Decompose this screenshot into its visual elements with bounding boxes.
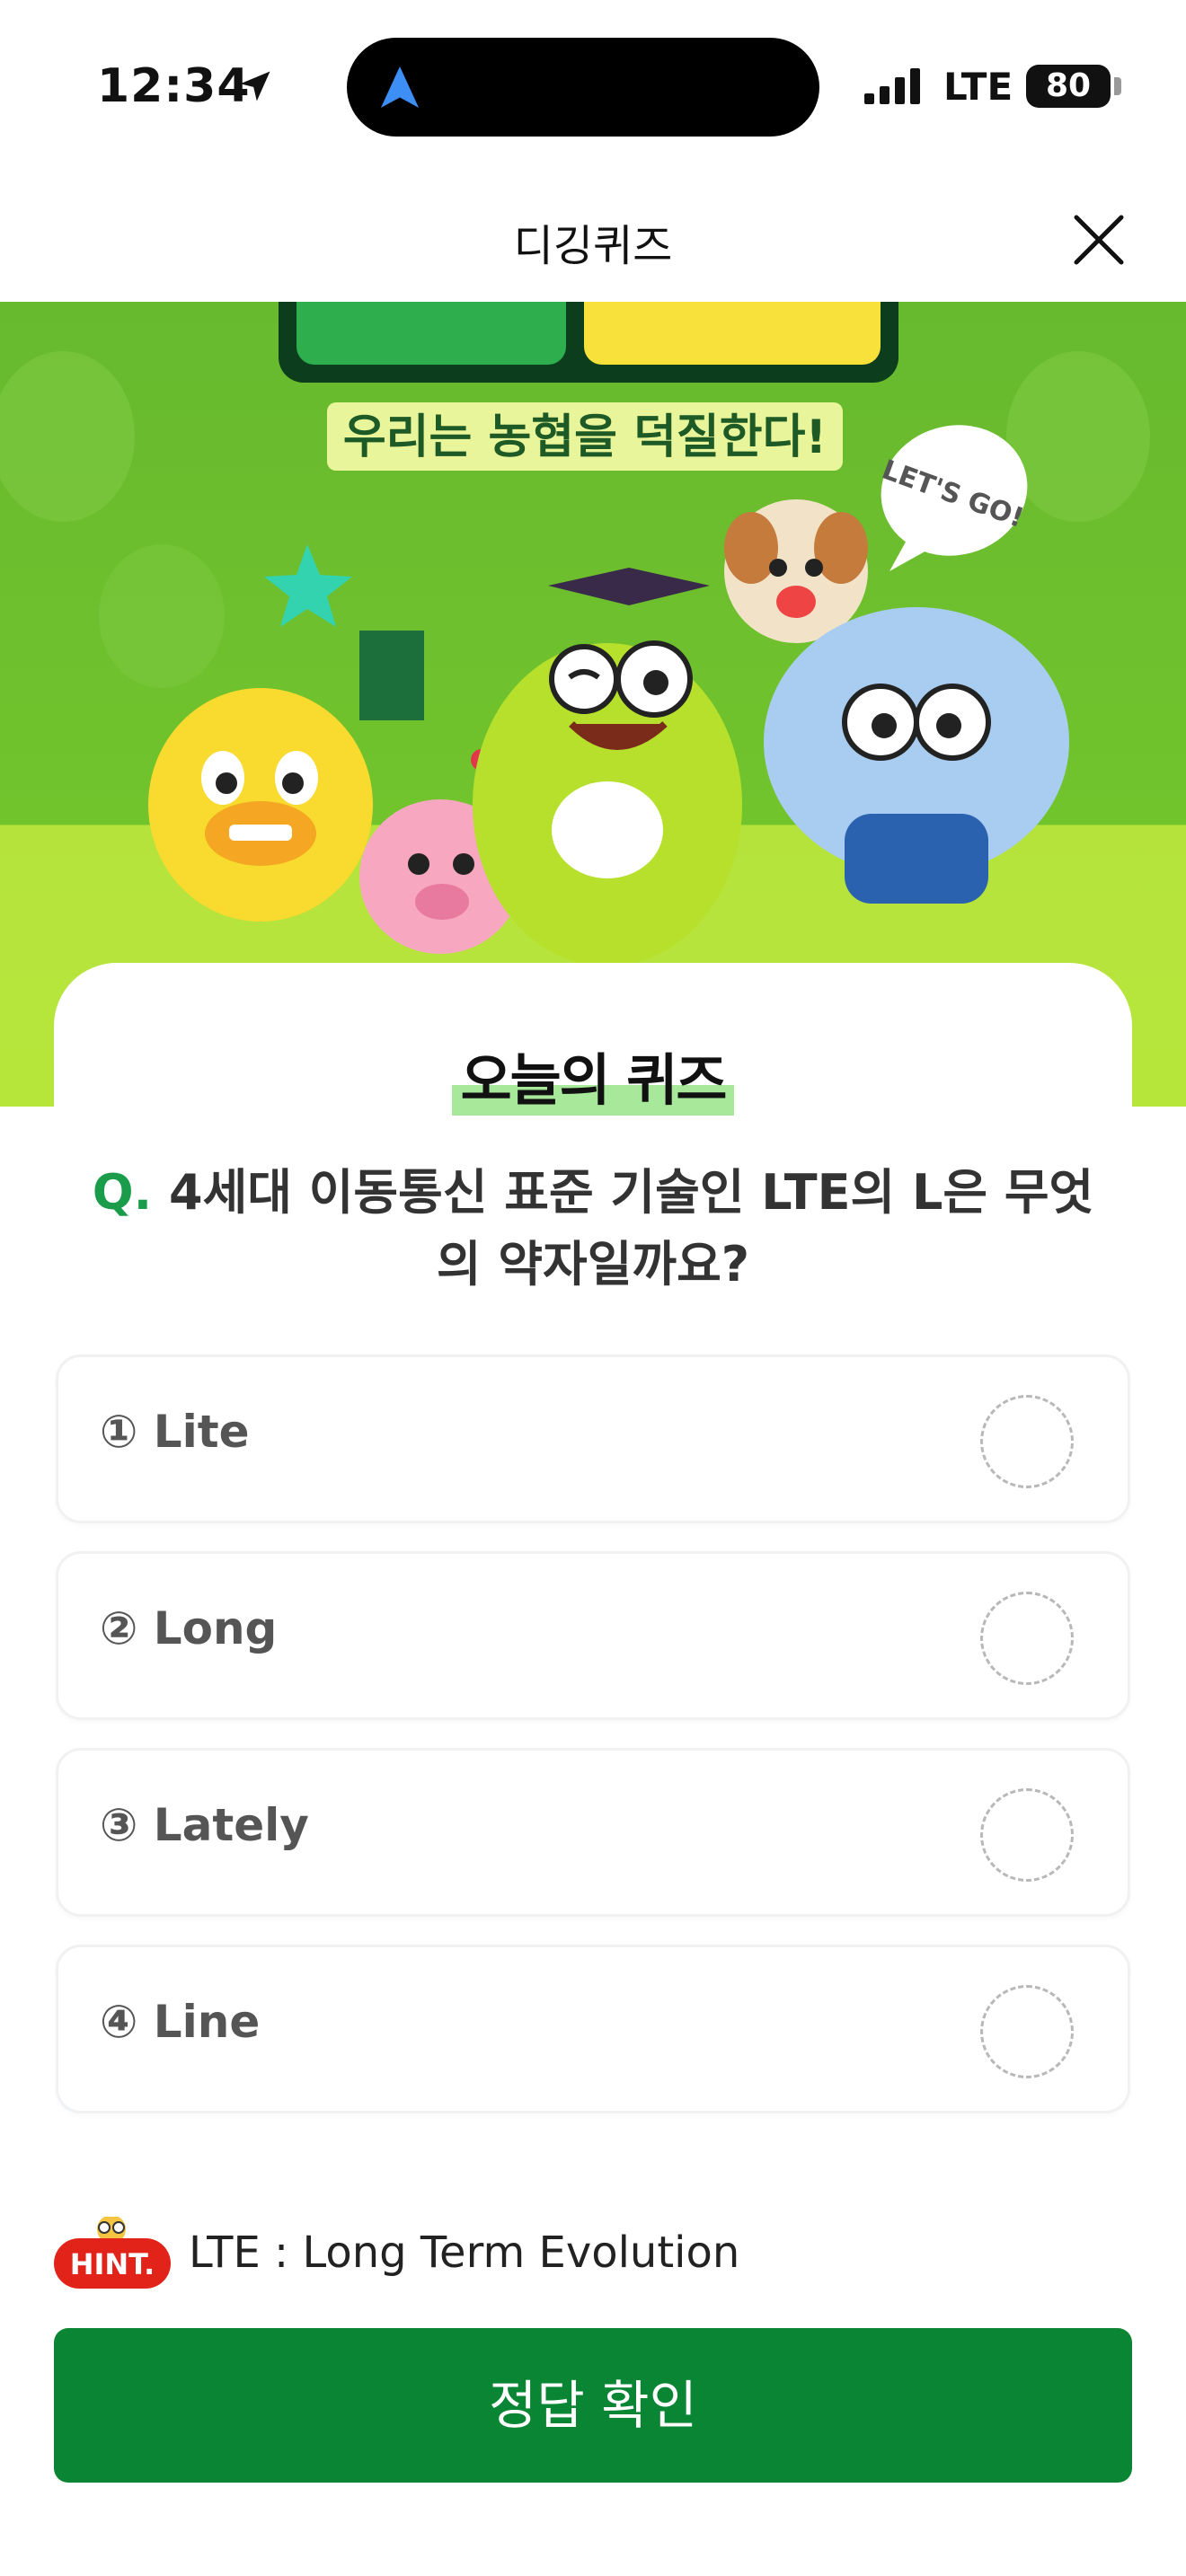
answer-option-2[interactable]: ② Long [56, 1551, 1130, 1720]
answer-option-3[interactable]: ③ Lately [56, 1748, 1130, 1917]
location-arrow-icon [240, 71, 270, 101]
battery-cap [1114, 77, 1121, 95]
option-label: ④ Line [100, 1996, 261, 2048]
answer-option-1[interactable]: ① Lite [56, 1354, 1130, 1523]
radio-circle-icon[interactable] [980, 1985, 1074, 2078]
hint-badge-icon: HINT. [54, 2217, 171, 2289]
q-mark: Q. [92, 1164, 153, 1221]
status-bar: 12:34 LTE 80 [0, 0, 1186, 171]
status-time: 12:34 [97, 59, 251, 113]
close-icon[interactable] [1062, 203, 1136, 277]
todays-quiz-label: 오늘의 퀴즈 [451, 1035, 735, 1116]
question-body: 4세대 이동통신 표준 기술인 LTE의 L은 무엇의 약자일까요? [169, 1164, 1094, 1292]
navigation-icon [380, 66, 420, 108]
quiz-card: 오늘의 퀴즈 [54, 963, 1132, 1142]
option-label: ① Lite [100, 1406, 250, 1458]
dynamic-island [347, 38, 819, 137]
radio-circle-icon[interactable] [980, 1592, 1074, 1685]
option-label: ③ Lately [100, 1799, 309, 1851]
battery-icon: 80 [1026, 65, 1111, 108]
todays-quiz-badge: 오늘의 퀴즈 [54, 1035, 1132, 1116]
hint-badge-label: HINT. [70, 2247, 155, 2281]
signal-icon [864, 68, 920, 104]
check-answer-button[interactable]: 정답 확인 [54, 2328, 1132, 2483]
question-text: Q. 4세대 이동통신 표준 기술인 LTE의 L은 무엇의 약자일까요? [90, 1157, 1096, 1301]
radio-circle-icon[interactable] [980, 1395, 1074, 1488]
radio-circle-icon[interactable] [980, 1788, 1074, 1882]
hint-text: LTE : Long Term Evolution [189, 2228, 740, 2278]
option-label: ② Long [100, 1602, 278, 1654]
answer-option-4[interactable]: ④ Line [56, 1945, 1130, 2113]
page-title: 디깅퀴즈 [513, 221, 673, 271]
network-label: LTE [943, 65, 1013, 109]
hint-row: HINT. LTE : Long Term Evolution [52, 2197, 1130, 2289]
app-header: 디깅퀴즈 [0, 171, 1186, 302]
banner-tagline: 우리는 농협을 덕질한다! [343, 410, 827, 464]
